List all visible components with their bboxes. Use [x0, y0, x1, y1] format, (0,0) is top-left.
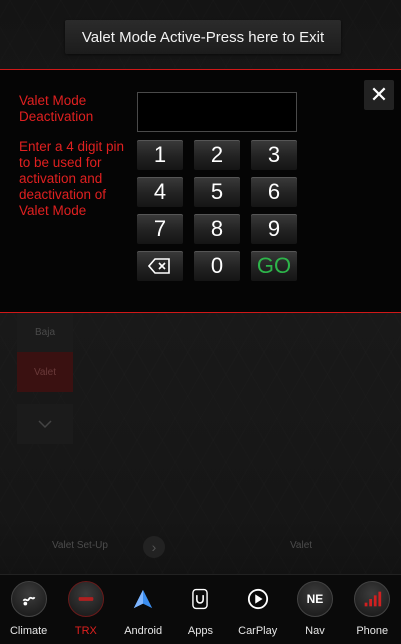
key-0[interactable]: 0	[194, 251, 240, 281]
modal-title: Valet Mode Deactivation	[19, 93, 94, 124]
key-8[interactable]: 8	[194, 214, 240, 244]
backspace-icon	[148, 258, 170, 274]
nav-label-carplay: CarPlay	[238, 625, 278, 637]
phone-signal-icon	[354, 581, 391, 617]
climate-icon	[10, 581, 47, 617]
go-button[interactable]: GO	[251, 251, 297, 281]
key-6[interactable]: 6	[251, 177, 297, 207]
valet-exit-banner[interactable]: Valet Mode Active-Press here to Exit	[65, 20, 341, 54]
nav-item-carplay[interactable]: CarPlay	[229, 575, 286, 644]
valet-setup-label: Valet Set-Up	[52, 540, 108, 551]
key-3[interactable]: 3	[251, 140, 297, 170]
nav-item-climate[interactable]: Climate	[0, 575, 57, 644]
nav-label-climate: Climate	[9, 625, 48, 637]
compass-icon: NE	[296, 581, 333, 617]
side-item-valet: Valet	[17, 352, 73, 392]
nav-label-nav: Nav	[305, 625, 325, 637]
banner-text: Valet Mode Active-Press here to Exit	[81, 28, 325, 46]
nav-label-phone: Phone	[356, 625, 389, 637]
valet-settings-row: Valet Set-Up › Valet	[0, 530, 401, 564]
android-auto-icon	[125, 581, 161, 617]
nav-label-trx: TRX	[74, 625, 97, 637]
pin-input[interactable]	[137, 92, 297, 132]
valet-pin-modal: Valet Mode Deactivation Enter a 4 digit …	[0, 69, 401, 313]
nav-label-apps: Apps	[187, 625, 213, 637]
valet-label: Valet	[290, 540, 313, 551]
numeric-keypad: 1 2 3 4 5 6 7 8 9 0 GO	[137, 140, 297, 281]
nav-item-apps[interactable]: Apps	[172, 575, 229, 644]
nav-label-android: Android	[124, 625, 163, 637]
trx-icon	[67, 581, 104, 617]
carplay-icon	[240, 581, 276, 617]
nav-item-android[interactable]: Android	[115, 575, 172, 644]
backspace-button[interactable]	[137, 251, 183, 281]
modal-description: Enter a 4 digit pin to be used for activ…	[19, 139, 125, 218]
nav-item-trx[interactable]: TRX	[57, 575, 114, 644]
key-5[interactable]: 5	[194, 177, 240, 207]
chevron-right-icon: ›	[143, 536, 165, 558]
nav-heading-badge: NE	[306, 592, 324, 606]
key-4[interactable]: 4	[137, 177, 183, 207]
chevron-down-icon	[17, 404, 73, 444]
nav-item-phone[interactable]: Phone	[344, 575, 401, 644]
key-9[interactable]: 9	[251, 214, 297, 244]
key-7[interactable]: 7	[137, 214, 183, 244]
nav-item-nav[interactable]: NE Nav	[286, 575, 343, 644]
close-icon: ✕	[369, 82, 389, 107]
close-button[interactable]: ✕	[364, 80, 394, 110]
side-item-baja: Baja	[17, 312, 73, 352]
bottom-nav: Climate TRX Android Apps CarPlay NE Nav	[0, 574, 401, 644]
key-2[interactable]: 2	[194, 140, 240, 170]
apps-icon	[182, 581, 218, 617]
key-1[interactable]: 1	[137, 140, 183, 170]
